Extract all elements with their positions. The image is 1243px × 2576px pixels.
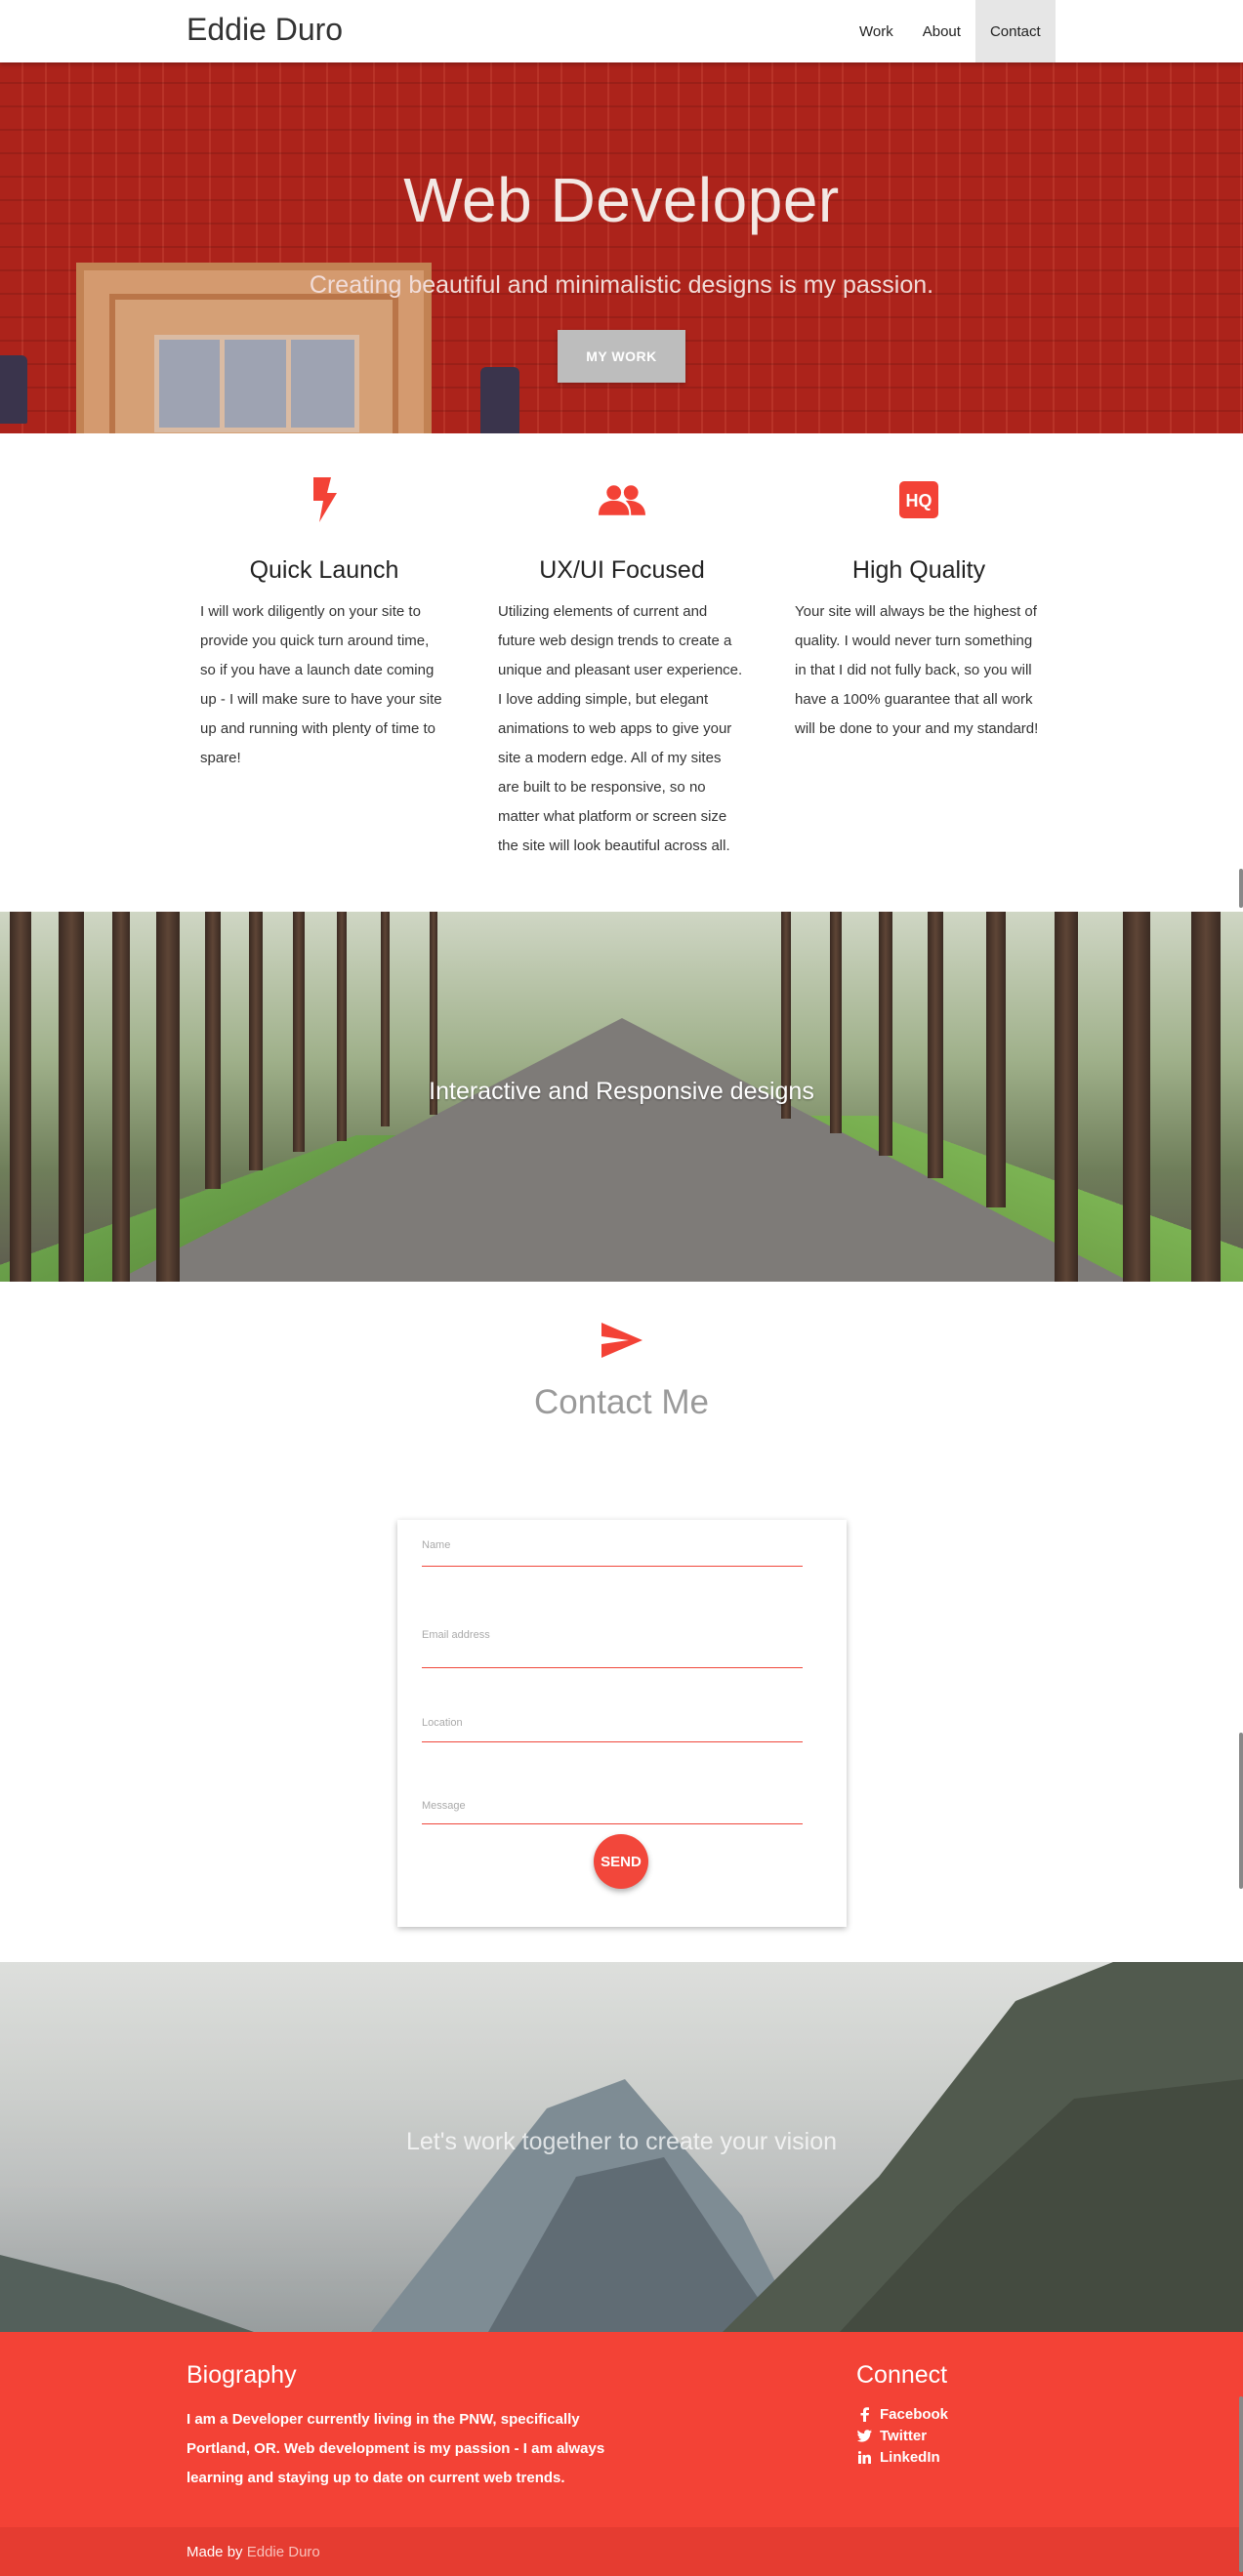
tree <box>928 912 943 1178</box>
footer-copyright-bar: Made by Eddie Duro <box>0 2527 1243 2576</box>
nav-link-contact[interactable]: Contact <box>974 0 1056 62</box>
connect-title: Connect <box>856 2361 948 2389</box>
name-label: Name <box>422 1539 451 1551</box>
twitter-label: Twitter <box>880 2427 928 2444</box>
svg-text:HQ: HQ <box>906 491 932 511</box>
send-icon <box>601 1323 642 1358</box>
email-label: Email address <box>422 1629 490 1641</box>
email-field[interactable]: Email address <box>422 1629 803 1668</box>
biography-title: Biography <box>186 2361 297 2389</box>
parallax1-caption: Interactive and Responsive designs <box>429 1078 814 1105</box>
linkedin-link[interactable]: LinkedIn <box>856 2446 948 2468</box>
tree <box>986 912 1006 1208</box>
facebook-icon <box>856 2406 872 2422</box>
message-label: Message <box>422 1800 466 1812</box>
tree <box>293 912 305 1153</box>
feature-text: I will work diligently on your site to p… <box>200 603 442 766</box>
scrollbar-thumb[interactable] <box>1239 1733 1243 1889</box>
footer: Biography I am a Developer currently liv… <box>0 2332 1243 2527</box>
scrollbar-thumb[interactable] <box>1239 869 1243 908</box>
message-field[interactable]: Message <box>422 1800 803 1824</box>
made-by-text: Made by Eddie Duro <box>186 2544 320 2560</box>
flash-icon <box>301 476 348 523</box>
scrollbar-thumb[interactable] <box>1239 2396 1243 2572</box>
facebook-link[interactable]: Facebook <box>856 2403 948 2425</box>
navbar: Eddie Duro Work About Contact <box>0 0 1243 62</box>
location-field[interactable]: Location <box>422 1717 803 1742</box>
author-link[interactable]: Eddie Duro <box>247 2544 320 2560</box>
name-field[interactable]: Name <box>422 1539 803 1567</box>
tree <box>249 912 263 1171</box>
hero-title: Web Developer <box>403 165 840 235</box>
contact-section: Contact Me Name Email address Location M… <box>0 1282 1243 1962</box>
group-icon <box>599 476 645 523</box>
linkedin-label: LinkedIn <box>880 2448 940 2466</box>
road <box>113 1018 1130 1282</box>
feature-text: Your site will always be the highest of … <box>795 603 1039 737</box>
feature-text: Utilizing elements of current and future… <box>498 603 743 854</box>
page: Eddie Duro Work About Contact Web Develo… <box>0 0 1243 2576</box>
facebook-label: Facebook <box>880 2405 949 2423</box>
nav-link-work[interactable]: Work <box>845 0 908 62</box>
my-work-button[interactable]: MY WORK <box>558 330 685 383</box>
brand-logo[interactable]: Eddie Duro <box>186 12 343 48</box>
tree <box>205 912 221 1190</box>
connect-list: Facebook Twitter LinkedIn <box>856 2403 948 2468</box>
made-by-prefix: Made by <box>186 2544 243 2560</box>
twitter-icon <box>856 2428 872 2443</box>
nav-links: Work About Contact <box>845 0 1056 62</box>
feature-title: Quick Launch <box>249 556 399 584</box>
features-section: Quick Launch I will work diligently on y… <box>0 433 1243 912</box>
nav-link-about[interactable]: About <box>908 0 975 62</box>
biography-text: I am a Developer currently living in the… <box>186 2411 605 2486</box>
feature-title: High Quality <box>851 556 986 584</box>
feature-title: UX/UI Focused <box>539 556 705 584</box>
tree <box>879 912 892 1157</box>
location-label: Location <box>422 1717 463 1729</box>
tree <box>337 912 347 1141</box>
parallax-forest-road: Interactive and Responsive designs <box>0 912 1243 1282</box>
parallax2-caption: Let's work together to create your visio… <box>405 2128 838 2155</box>
linkedin-icon <box>856 2449 872 2465</box>
twitter-link[interactable]: Twitter <box>856 2425 948 2446</box>
contact-form-card: Name Email address Location Message SEND <box>397 1520 847 1927</box>
hero-subtitle: Creating beautiful and minimalistic desi… <box>309 271 934 299</box>
send-button[interactable]: SEND <box>594 1834 648 1889</box>
hero-section: Web Developer Creating beautiful and min… <box>0 62 1243 433</box>
hq-icon: HQ <box>895 476 942 523</box>
contact-title: Contact Me <box>534 1383 709 1421</box>
parallax-mountains: Let's work together to create your visio… <box>0 1962 1243 2332</box>
